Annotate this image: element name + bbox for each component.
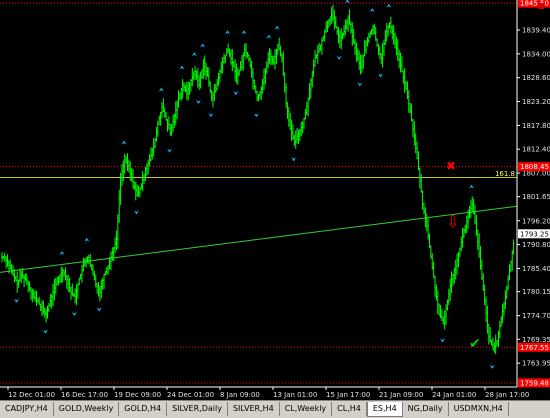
tab-ng-daily[interactable]: NG,Daily bbox=[403, 402, 449, 416]
trendline bbox=[0, 205, 518, 273]
fractal-down-arrow bbox=[196, 100, 202, 105]
fractal-down-arrow bbox=[336, 55, 342, 60]
fractal-down-arrow bbox=[13, 298, 19, 303]
fractal-down-arrow bbox=[291, 157, 297, 162]
fractal-down-arrow bbox=[42, 329, 48, 334]
x-tick-label: 8 Jan 09:00 bbox=[220, 391, 260, 399]
fractal-down-arrow bbox=[489, 364, 495, 369]
fractal-down-arrow bbox=[96, 307, 102, 312]
price-box-label: 1759.48 bbox=[520, 379, 549, 387]
y-tick-label: 1763.95 bbox=[522, 360, 550, 368]
tab-cl-h4[interactable]: CL,H4 bbox=[332, 402, 367, 416]
fractal-down-arrow bbox=[71, 311, 77, 316]
price-box-label: 1767.55 bbox=[520, 344, 549, 352]
sell-signal-icon: ✖ bbox=[446, 159, 456, 173]
fractal-up-arrow bbox=[266, 34, 272, 39]
tab-gold-h4[interactable]: GOLD,H4 bbox=[119, 402, 168, 416]
fractal-up-arrow bbox=[224, 30, 230, 35]
y-tick-label: 1801.65 bbox=[522, 193, 550, 201]
tab-silver-daily[interactable]: SILVER,Daily bbox=[167, 402, 228, 416]
y-tick-label: 1839.40 bbox=[522, 27, 550, 35]
fractal-down-arrow bbox=[167, 148, 173, 153]
top-right-marker[interactable]: ■ bbox=[537, 1, 545, 10]
y-tick-label: 1769.35 bbox=[522, 336, 550, 344]
chart-canvas[interactable]: 161.8 1839.40 1834.00 1828.60 1823.20 1817.8… bbox=[0, 0, 550, 400]
x-tick-label: 13 Jan 01:00 bbox=[273, 391, 317, 399]
tab-silver-h4[interactable]: SILVER,H4 bbox=[228, 402, 280, 416]
fractal-down-arrow bbox=[357, 82, 363, 87]
price-box-label: 1808.45 bbox=[520, 163, 549, 171]
fractal-down-arrow bbox=[253, 113, 259, 118]
check-icon: ✔ bbox=[469, 336, 481, 352]
y-tick-label: 1812.40 bbox=[522, 146, 550, 154]
fractal-up-arrow bbox=[369, 8, 375, 13]
fractal-down-arrow bbox=[233, 91, 239, 96]
fib-level-label: 161.8 bbox=[495, 170, 515, 178]
fractal-up-arrow bbox=[158, 87, 164, 92]
fractal-down-arrow bbox=[133, 210, 139, 215]
fractal-up-arrow bbox=[469, 184, 475, 189]
tab-cadjpy-h4[interactable]: CADJPY,H4 bbox=[0, 402, 54, 416]
y-tick-label: 1790.80 bbox=[522, 241, 550, 249]
x-tick-label: 28 Jan 17:00 bbox=[485, 391, 529, 399]
fractal-up-arrow bbox=[344, 0, 350, 4]
fractal-up-arrow bbox=[121, 140, 127, 145]
fractal-up-arrow bbox=[84, 237, 90, 242]
y-tick-label: 1796.20 bbox=[522, 217, 550, 225]
price-box-label: 1845.50 bbox=[520, 0, 549, 8]
price-box-label: 1793.25 bbox=[520, 230, 549, 238]
fractal-up-arrow bbox=[179, 65, 185, 70]
y-tick-label: 1834.00 bbox=[522, 50, 550, 58]
y-tick-label: 1817.80 bbox=[522, 122, 550, 130]
fractal-up-arrow bbox=[200, 43, 206, 48]
price-chart[interactable]: 161.8 1839.40 1834.00 1828.60 1823.20 1817.8… bbox=[0, 0, 550, 400]
y-tick-label: 1828.60 bbox=[522, 74, 550, 82]
tab-es-h4[interactable]: ES,H4 bbox=[366, 402, 403, 417]
fractal-down-arrow bbox=[440, 338, 446, 343]
fractal-down-arrow bbox=[208, 113, 214, 118]
y-tick-label: 1774.70 bbox=[522, 312, 550, 320]
y-tick-label: 1785.40 bbox=[522, 265, 550, 273]
x-tick-label: 24 Dec 01:00 bbox=[167, 391, 214, 399]
x-tick-label: 21 Jan 09:00 bbox=[379, 391, 423, 399]
down-arrow-icon: ⇩ bbox=[446, 212, 459, 231]
fractal-up-arrow bbox=[59, 250, 65, 255]
x-tick-label: 24 Jan 01:00 bbox=[432, 391, 476, 399]
y-tick-label: 1780.15 bbox=[522, 288, 550, 296]
fractal-up-arrow bbox=[386, 3, 392, 8]
tab-gold-weekly[interactable]: GOLD,Weekly bbox=[54, 402, 120, 416]
y-tick-label: 1823.20 bbox=[522, 98, 550, 106]
tab-cl-weekly[interactable]: CL,Weekly bbox=[280, 402, 333, 416]
fractal-up-arrow bbox=[274, 25, 280, 30]
fractal-down-arrow bbox=[378, 73, 384, 78]
x-tick-label: 16 Dec 17:00 bbox=[61, 391, 108, 399]
x-tick-label: 15 Jan 17:00 bbox=[326, 391, 370, 399]
fractal-up-arrow bbox=[241, 30, 247, 35]
fractal-up-arrow bbox=[191, 52, 197, 57]
tab-usdmxn-h4[interactable]: USDMXN,H4 bbox=[449, 402, 509, 416]
x-tick-label: 12 Dec 01:00 bbox=[8, 391, 55, 399]
x-tick-label: 19 Dec 09:00 bbox=[114, 391, 161, 399]
chart-tabs-bar: CADJPY,H4 GOLD,Weekly GOLD,H4 SILVER,Daily S… bbox=[0, 400, 550, 418]
